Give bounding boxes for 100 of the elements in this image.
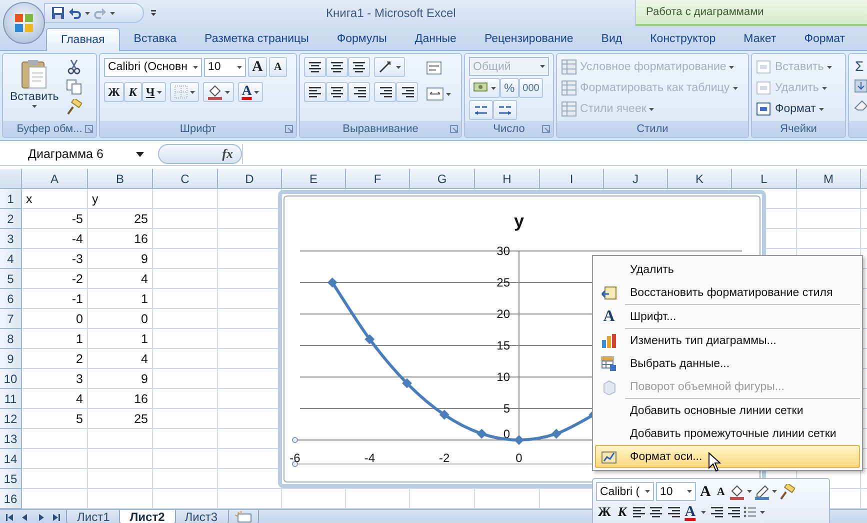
bold-button[interactable]: Ж — [596, 503, 613, 521]
menu-item[interactable]: Формат оси... — [595, 445, 860, 468]
caret-icon[interactable] — [760, 510, 765, 514]
align-left-icon[interactable] — [308, 86, 322, 98]
ribbon-tab[interactable]: Формат — [790, 28, 860, 50]
pencil-icon[interactable] — [754, 484, 770, 500]
ribbon-tab[interactable]: Данные — [400, 28, 470, 50]
column-header[interactable]: I — [540, 169, 604, 189]
shrink-font-button[interactable]: A — [268, 57, 287, 77]
column-header[interactable]: A — [22, 169, 88, 189]
decrease-indent-icon[interactable] — [708, 506, 723, 518]
font-size-field[interactable]: 10 — [656, 482, 696, 501]
caret-icon[interactable] — [446, 92, 451, 96]
first-sheet-icon[interactable] — [6, 513, 14, 522]
column-header[interactable]: E — [282, 169, 346, 189]
align-top-icon[interactable] — [308, 61, 322, 73]
caret-icon[interactable] — [687, 490, 692, 493]
caret-icon[interactable] — [645, 490, 650, 493]
increase-indent-icon[interactable] — [726, 506, 740, 518]
row-header[interactable]: 8 — [0, 329, 22, 349]
column-header[interactable]: M — [797, 169, 861, 189]
undo-icon[interactable] — [68, 6, 82, 20]
caret-icon[interactable] — [193, 66, 198, 68]
column-header[interactable]: F — [346, 169, 410, 189]
font-size-field[interactable]: 10 — [204, 58, 246, 76]
caret-icon[interactable] — [32, 105, 37, 108]
ribbon-tab[interactable]: Разметка страницы — [190, 28, 323, 50]
italic-button[interactable]: К — [616, 503, 629, 521]
row-header[interactable]: 15 — [0, 469, 22, 489]
sheet-tab[interactable]: Лист3 — [174, 510, 229, 523]
menu-item[interactable]: Восстановить форматирование стиля — [595, 281, 860, 304]
caret-icon[interactable] — [136, 152, 144, 156]
increase-indent-icon[interactable] — [400, 86, 414, 98]
last-sheet-icon[interactable] — [52, 513, 60, 522]
currency-button[interactable] — [469, 78, 500, 98]
row-header[interactable]: 2 — [0, 209, 22, 229]
caret-icon[interactable] — [110, 12, 115, 14]
caret-icon[interactable] — [491, 86, 496, 90]
wrap-text-icon[interactable] — [426, 60, 444, 76]
caret-icon[interactable] — [224, 90, 230, 94]
bold-button[interactable]: Ж — [104, 82, 124, 102]
fill-down-icon[interactable] — [853, 78, 867, 94]
autosum-button[interactable]: Σ — [853, 57, 866, 75]
row-header[interactable]: 4 — [0, 249, 22, 269]
caret-icon[interactable] — [237, 66, 242, 68]
grow-font-button[interactable]: A — [248, 57, 267, 77]
decrease-indent-icon[interactable] — [378, 86, 392, 98]
office-logo-icon[interactable] — [13, 12, 35, 34]
caret-icon[interactable] — [190, 90, 195, 94]
underline-button[interactable]: Ч — [142, 82, 166, 102]
customize-toolbar-icon[interactable] — [150, 10, 157, 16]
menu-item[interactable]: Добавить основные линии сетки — [595, 399, 860, 422]
scissors-icon[interactable] — [66, 59, 82, 75]
ribbon-tab[interactable]: Формулы — [322, 28, 401, 50]
column-header[interactable]: J — [604, 169, 668, 189]
menu-item[interactable]: A Шрифт... — [595, 305, 860, 328]
ribbon-tab[interactable]: Вставка — [120, 28, 191, 50]
column-header[interactable]: B — [88, 169, 153, 189]
row-header[interactable]: 9 — [0, 349, 22, 369]
previous-sheet-icon[interactable] — [21, 513, 30, 522]
align-middle-icon[interactable] — [330, 61, 344, 73]
row-header[interactable]: 14 — [0, 449, 22, 469]
row-header[interactable]: 6 — [0, 289, 22, 309]
align-right-icon[interactable] — [352, 86, 366, 98]
ribbon-tab[interactable]: Макет — [730, 28, 790, 50]
fill-color-button[interactable] — [202, 82, 234, 102]
grow-font-button[interactable]: A — [698, 482, 713, 500]
font-name-field[interactable]: Calibri (Основн — [104, 58, 202, 76]
font-color-button[interactable]: A — [238, 82, 263, 102]
row-header[interactable]: 13 — [0, 429, 22, 449]
ribbon-tab[interactable]: Вид — [587, 28, 636, 50]
caret-icon[interactable] — [746, 490, 752, 493]
name-box[interactable]: Диаграмма 6 — [0, 144, 150, 164]
row-header[interactable]: 12 — [0, 409, 22, 429]
caret-icon[interactable] — [156, 90, 162, 94]
copy-icon[interactable] — [66, 79, 82, 95]
paste-button[interactable]: Вставить — [7, 57, 62, 121]
office-button[interactable] — [3, 2, 45, 44]
row-header[interactable]: 7 — [0, 309, 22, 329]
insert-sheet-button[interactable] — [226, 510, 259, 523]
caret-icon[interactable] — [700, 510, 706, 514]
cells-menu-button[interactable]: Формат — [756, 99, 824, 119]
insert-function-button[interactable]: fx — [222, 146, 233, 162]
column-header[interactable]: G — [410, 169, 475, 189]
menu-item[interactable]: Изменить тип диаграммы... — [595, 329, 860, 352]
column-header[interactable]: L — [732, 169, 797, 189]
row-header[interactable]: 16 — [0, 489, 22, 509]
menu-item[interactable]: Выбрать данные... — [595, 352, 860, 375]
caret-icon[interactable] — [396, 66, 401, 68]
shrink-font-button[interactable]: A — [714, 482, 727, 500]
row-header[interactable]: 11 — [0, 389, 22, 409]
merge-cells-icon[interactable] — [426, 86, 444, 102]
italic-button[interactable]: К — [124, 82, 142, 102]
align-center-icon[interactable] — [330, 86, 344, 98]
align-left-icon[interactable] — [632, 506, 646, 518]
align-bottom-icon[interactable] — [352, 61, 366, 73]
font-color-button[interactable]: A — [682, 503, 698, 521]
column-header[interactable]: K — [668, 169, 732, 189]
font-name-field[interactable]: Calibri ( — [596, 482, 654, 501]
caret-icon[interactable] — [818, 108, 824, 110]
